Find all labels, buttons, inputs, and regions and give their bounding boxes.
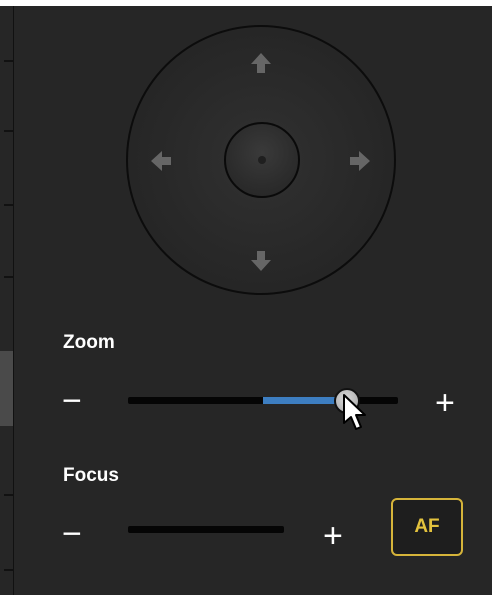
arrow-right-icon[interactable] xyxy=(348,149,372,173)
edge-tick xyxy=(4,276,13,278)
zoom-slider-thumb[interactable] xyxy=(333,388,360,414)
autofocus-button[interactable]: AF xyxy=(391,498,463,556)
arrow-up-icon[interactable] xyxy=(249,51,273,75)
edge-tab[interactable] xyxy=(0,351,13,426)
ptz-control-panel: Zoom − + Focus − + AF xyxy=(13,6,492,595)
edge-tick xyxy=(4,60,13,62)
edge-tick xyxy=(4,130,13,132)
zoom-in-button[interactable]: + xyxy=(435,386,455,420)
focus-label: Focus xyxy=(63,465,119,486)
zoom-label: Zoom xyxy=(63,332,115,353)
edge-tick xyxy=(4,494,13,496)
camera-control-window: Zoom − + Focus − + AF xyxy=(0,0,497,601)
focus-near-button[interactable]: − xyxy=(62,517,82,551)
focus-slider-track[interactable] xyxy=(128,526,284,533)
left-edge-strip xyxy=(0,6,13,595)
joystick-center-knob[interactable] xyxy=(224,122,300,198)
arrow-down-icon[interactable] xyxy=(249,249,273,273)
zoom-out-button[interactable]: − xyxy=(62,384,82,418)
edge-tick xyxy=(4,204,13,206)
focus-far-button[interactable]: + xyxy=(323,519,343,553)
center-dot-icon xyxy=(258,156,266,164)
arrow-left-icon[interactable] xyxy=(149,149,173,173)
edge-tick xyxy=(4,569,13,571)
